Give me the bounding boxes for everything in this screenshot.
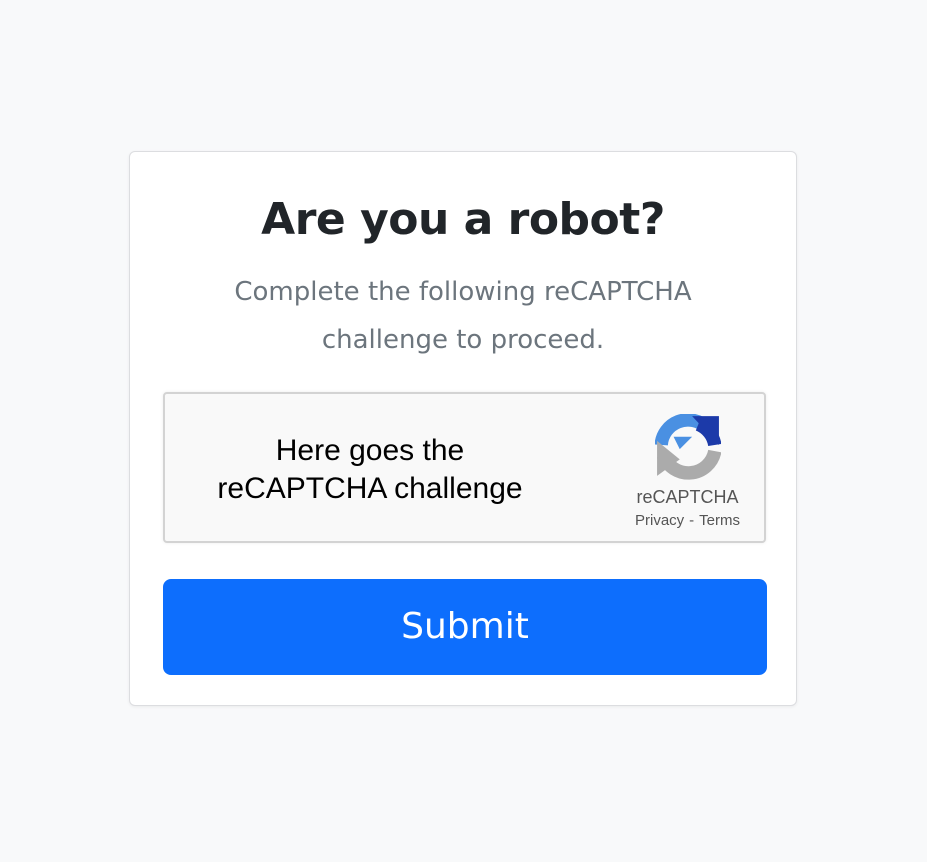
captcha-card: Are you a robot? Complete the following … xyxy=(129,151,797,706)
recaptcha-links: Privacy - Terms xyxy=(605,511,770,531)
recaptcha-placeholder-line2: reCAPTCHA challenge xyxy=(217,472,523,505)
recaptcha-logo-icon xyxy=(655,414,721,480)
links-separator: - xyxy=(689,512,695,529)
page-subtitle: Complete the following reCAPTCHA challen… xyxy=(234,277,692,355)
privacy-link[interactable]: Privacy xyxy=(635,512,684,529)
recaptcha-brand-label: reCAPTCHA xyxy=(636,487,739,507)
recaptcha-placeholder-line1: Here goes the xyxy=(275,434,465,467)
submit-button[interactable]: Submit xyxy=(163,579,767,675)
terms-link[interactable]: Terms xyxy=(699,512,740,529)
page-title: Are you a robot? xyxy=(261,194,665,245)
recaptcha-placeholder: Here goes the reCAPTCHA challenge xyxy=(185,432,555,508)
recaptcha-widget[interactable]: Here goes the reCAPTCHA challenge reCAPT… xyxy=(163,392,766,543)
